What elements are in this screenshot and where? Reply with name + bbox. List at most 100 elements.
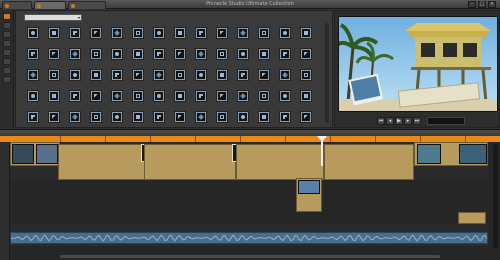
transition-thumbnail[interactable] bbox=[49, 112, 59, 122]
transition-thumbnail[interactable] bbox=[133, 28, 143, 38]
go-to-end-icon[interactable]: ⏭ bbox=[413, 117, 421, 125]
transition-thumbnail[interactable] bbox=[238, 91, 248, 101]
transition-thumbnail[interactable] bbox=[70, 28, 80, 38]
maximize-icon[interactable]: □ bbox=[478, 1, 486, 8]
playhead-handle[interactable] bbox=[317, 136, 327, 142]
transition-thumbnail[interactable] bbox=[91, 112, 101, 122]
transition-thumbnail[interactable] bbox=[196, 49, 206, 59]
transition-thumbnail[interactable] bbox=[196, 70, 206, 80]
transition-thumbnail[interactable] bbox=[154, 112, 164, 122]
transition-thumbnail[interactable] bbox=[280, 28, 290, 38]
video-clip[interactable] bbox=[10, 142, 60, 166]
transition-thumbnail[interactable] bbox=[70, 49, 80, 59]
video-icon[interactable] bbox=[3, 31, 11, 38]
transition-thumbnail[interactable] bbox=[91, 91, 101, 101]
transition-thumbnail[interactable] bbox=[175, 112, 185, 122]
tab-2[interactable] bbox=[34, 1, 66, 9]
photo-icon[interactable] bbox=[3, 22, 11, 29]
transition-thumbnail[interactable] bbox=[301, 28, 311, 38]
transition-thumbnail[interactable] bbox=[70, 91, 80, 101]
close-icon[interactable]: × bbox=[488, 1, 496, 8]
transition-thumbnail[interactable] bbox=[280, 112, 290, 122]
timecode-display[interactable] bbox=[427, 117, 465, 125]
transition-thumbnail[interactable] bbox=[154, 91, 164, 101]
title-clip[interactable] bbox=[296, 178, 322, 212]
transition-thumbnail[interactable] bbox=[238, 49, 248, 59]
video-clip[interactable] bbox=[58, 144, 146, 180]
video-clip[interactable] bbox=[236, 144, 324, 180]
transition-thumbnail[interactable] bbox=[301, 70, 311, 80]
transition-thumbnail[interactable] bbox=[175, 28, 185, 38]
transition-thumbnail[interactable] bbox=[154, 49, 164, 59]
step-back-icon[interactable]: ◂ bbox=[386, 117, 394, 125]
transition-thumbnail[interactable] bbox=[238, 112, 248, 122]
transition-thumbnail[interactable] bbox=[91, 28, 101, 38]
tab-3[interactable] bbox=[68, 1, 106, 9]
library-home-icon[interactable] bbox=[3, 13, 11, 20]
transition-thumbnail[interactable] bbox=[112, 70, 122, 80]
montage-icon[interactable] bbox=[3, 76, 11, 83]
transition-thumbnail[interactable] bbox=[238, 28, 248, 38]
go-to-start-icon[interactable]: ⏮ bbox=[377, 117, 385, 125]
transition-thumbnail[interactable] bbox=[28, 112, 38, 122]
transition-thumbnail[interactable] bbox=[154, 70, 164, 80]
transition-thumbnail[interactable] bbox=[175, 49, 185, 59]
overlay-clip[interactable] bbox=[458, 212, 486, 224]
step-forward-icon[interactable]: ▸ bbox=[404, 117, 412, 125]
video-clip[interactable] bbox=[324, 144, 414, 180]
transition-thumbnail[interactable] bbox=[217, 91, 227, 101]
audio-icon[interactable] bbox=[3, 40, 11, 47]
library-scrollbar[interactable] bbox=[325, 23, 329, 123]
transition-thumbnail[interactable] bbox=[49, 28, 59, 38]
timeline-horizontal-scrollbar[interactable] bbox=[60, 255, 440, 258]
transition-thumbnail[interactable] bbox=[133, 112, 143, 122]
transition-thumbnail[interactable] bbox=[49, 49, 59, 59]
transition-thumbnail[interactable] bbox=[259, 70, 269, 80]
transition-thumbnail[interactable] bbox=[112, 28, 122, 38]
transition-thumbnail[interactable] bbox=[259, 91, 269, 101]
category-dropdown[interactable]: ▾ bbox=[24, 14, 82, 21]
transition-thumbnail[interactable] bbox=[217, 70, 227, 80]
transition-thumbnail[interactable] bbox=[112, 112, 122, 122]
tab-1[interactable] bbox=[2, 1, 32, 9]
transition-thumbnail[interactable] bbox=[280, 70, 290, 80]
audio-clip[interactable] bbox=[10, 232, 488, 244]
transition-thumbnail[interactable] bbox=[217, 112, 227, 122]
transition-thumbnail[interactable] bbox=[196, 28, 206, 38]
transition-thumbnail[interactable] bbox=[133, 91, 143, 101]
transition-thumbnail[interactable] bbox=[175, 70, 185, 80]
transition-thumbnail[interactable] bbox=[28, 49, 38, 59]
transition-thumbnail[interactable] bbox=[112, 49, 122, 59]
transition-thumbnail[interactable] bbox=[280, 91, 290, 101]
transition-thumbnail[interactable] bbox=[28, 28, 38, 38]
video-clip[interactable] bbox=[414, 142, 488, 166]
minimize-icon[interactable]: – bbox=[468, 1, 476, 8]
transition-thumbnail[interactable] bbox=[28, 70, 38, 80]
transitions-icon[interactable] bbox=[3, 49, 11, 56]
transition-thumbnail[interactable] bbox=[112, 91, 122, 101]
play-icon[interactable]: ▶ bbox=[395, 117, 403, 125]
transition-thumbnail[interactable] bbox=[70, 70, 80, 80]
transition-thumbnail[interactable] bbox=[49, 70, 59, 80]
effects-icon[interactable] bbox=[3, 58, 11, 65]
transition-thumbnail[interactable] bbox=[133, 49, 143, 59]
transition-thumbnail[interactable] bbox=[238, 70, 248, 80]
transition-thumbnail[interactable] bbox=[259, 112, 269, 122]
transition-thumbnail[interactable] bbox=[280, 49, 290, 59]
transition-thumbnail[interactable] bbox=[217, 28, 227, 38]
transition-thumbnail[interactable] bbox=[28, 91, 38, 101]
transition-thumbnail[interactable] bbox=[259, 49, 269, 59]
transition-thumbnail[interactable] bbox=[259, 28, 269, 38]
transition-thumbnail[interactable] bbox=[91, 49, 101, 59]
transition-thumbnail[interactable] bbox=[301, 49, 311, 59]
transition-thumbnail[interactable] bbox=[154, 28, 164, 38]
transition-thumbnail[interactable] bbox=[196, 112, 206, 122]
transition-thumbnail[interactable] bbox=[175, 91, 185, 101]
transition-thumbnail[interactable] bbox=[91, 70, 101, 80]
transition-thumbnail[interactable] bbox=[196, 91, 206, 101]
transition-thumbnail[interactable] bbox=[301, 112, 311, 122]
transition-thumbnail[interactable] bbox=[133, 70, 143, 80]
transition-thumbnail[interactable] bbox=[70, 112, 80, 122]
transition-thumbnail[interactable] bbox=[49, 91, 59, 101]
titles-icon[interactable] bbox=[3, 67, 11, 74]
